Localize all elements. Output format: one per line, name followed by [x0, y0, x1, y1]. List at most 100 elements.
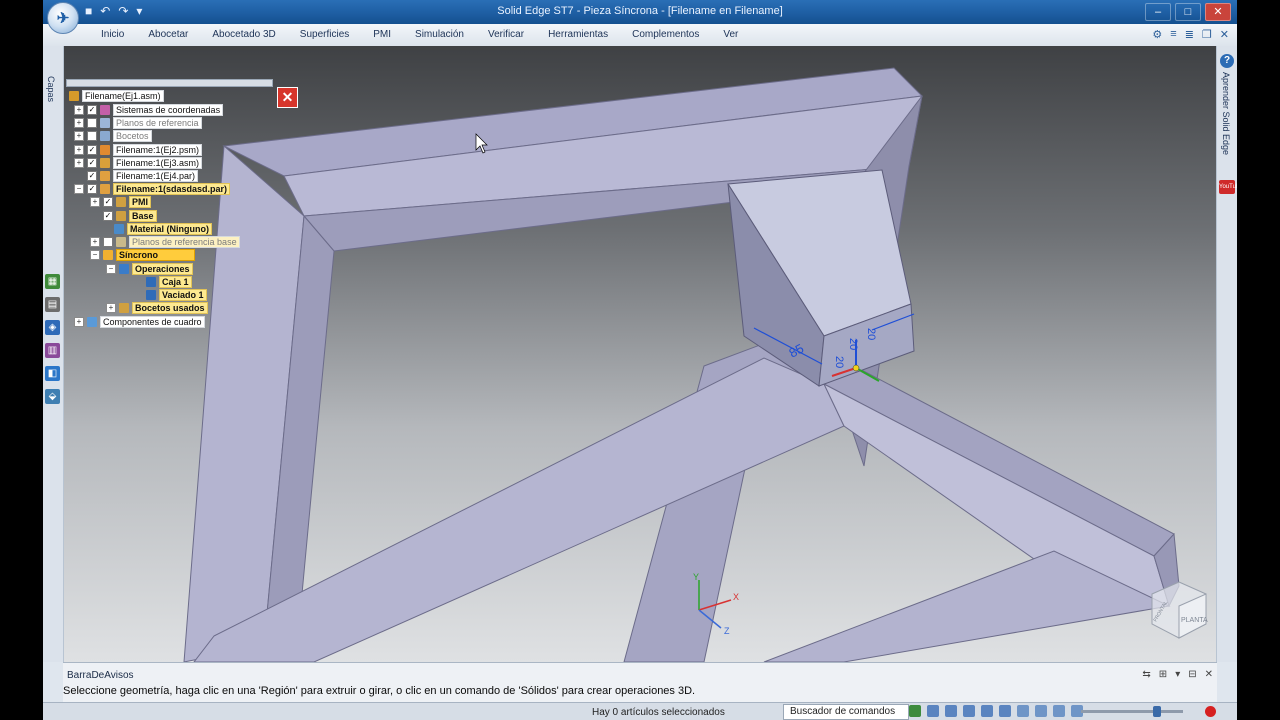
- tab-simulacion[interactable]: Simulación: [415, 28, 464, 42]
- layers-icon[interactable]: ▥: [45, 343, 60, 358]
- visibility-checkbox[interactable]: ✓: [103, 211, 113, 221]
- collapse-icon[interactable]: −: [74, 184, 84, 194]
- tab-inicio[interactable]: Inicio: [101, 28, 124, 42]
- tree-node-reference-planes[interactable]: + Planos de referencia: [74, 117, 202, 129]
- layout-icon[interactable]: ≣: [1185, 28, 1194, 41]
- tab-abocetar[interactable]: Abocetar: [148, 28, 188, 42]
- youtube-icon[interactable]: YouTube: [1219, 180, 1237, 194]
- expand-icon[interactable]: +: [74, 105, 84, 115]
- minimize-button[interactable]: –: [1145, 3, 1171, 21]
- visibility-checkbox[interactable]: [103, 237, 113, 247]
- close-doc-icon[interactable]: ✕: [1220, 28, 1229, 41]
- tree-node-synchronous[interactable]: − Síncrono: [90, 249, 196, 261]
- expand-icon[interactable]: +: [74, 145, 84, 155]
- parts-library-icon[interactable]: ▤: [45, 297, 60, 312]
- tree-node-vaciado-1[interactable]: Vaciado 1: [146, 289, 207, 301]
- visibility-checkbox[interactable]: ✓: [87, 145, 97, 155]
- zoom-icon[interactable]: [945, 705, 957, 717]
- pan-icon[interactable]: [981, 705, 993, 717]
- restore-doc-icon[interactable]: ❐: [1202, 28, 1212, 41]
- steering-wheel-origin[interactable]: [852, 364, 860, 372]
- tab-ver[interactable]: Ver: [723, 28, 738, 42]
- assembly-icon[interactable]: ▦: [45, 274, 60, 289]
- visibility-checkbox[interactable]: ✓: [87, 184, 97, 194]
- view-cube[interactable]: PLANTA FRONTAL: [1144, 576, 1214, 646]
- pin-icon[interactable]: ⊟: [1188, 669, 1196, 680]
- view-triad[interactable]: Y X Z: [669, 568, 759, 638]
- tree-node-base[interactable]: ✓ Base: [90, 210, 157, 222]
- record-icon[interactable]: [1205, 706, 1216, 717]
- collapse-icon[interactable]: −: [106, 264, 116, 274]
- close-window-button[interactable]: ✕: [1205, 3, 1231, 21]
- learn-solid-edge-tab[interactable]: Aprender Solid Edge: [1221, 72, 1231, 155]
- family-icon[interactable]: ◧: [45, 366, 60, 381]
- rotate-icon[interactable]: [999, 705, 1011, 717]
- tree-node-root[interactable]: Filename(Ej1.asm): [69, 90, 164, 102]
- tree-node-ej4-par[interactable]: ✓ Filename:1(Ej4.par): [74, 170, 199, 182]
- tab-abocetado-3d[interactable]: Abocetado 3D: [212, 28, 275, 42]
- sensor-icon[interactable]: ◈: [45, 320, 60, 335]
- history-icon[interactable]: ⊞: [1159, 669, 1167, 680]
- tree-node-pmi[interactable]: + ✓ PMI: [90, 196, 152, 208]
- expand-icon[interactable]: +: [74, 317, 84, 327]
- visibility-checkbox[interactable]: [87, 118, 97, 128]
- styles-icon[interactable]: [1035, 705, 1047, 717]
- zoom-slider[interactable]: [1081, 706, 1183, 717]
- views-icon[interactable]: [1017, 705, 1029, 717]
- tree-node-ej3-asm[interactable]: + ✓ Filename:1(Ej3.asm): [74, 157, 203, 169]
- ribbon-right-controls: ⚙ ≡ ≣ ❐ ✕: [1152, 28, 1229, 41]
- tab-herramientas[interactable]: Herramientas: [548, 28, 608, 42]
- options-icon[interactable]: ≡: [1170, 28, 1176, 41]
- sketch-icon: [100, 131, 110, 141]
- tree-node-operations[interactable]: − Operaciones: [106, 263, 193, 275]
- close-pathfinder-button[interactable]: ✕: [277, 87, 298, 108]
- window-title: Solid Edge ST7 - Pieza Síncrona - [Filen…: [497, 5, 783, 17]
- maximize-button[interactable]: □: [1175, 3, 1201, 21]
- layers-tab[interactable]: Capas: [46, 76, 56, 102]
- expand-icon[interactable]: +: [106, 303, 116, 313]
- message-bar-controls: ⇆ ⊞ ▾ ⊟ ✕: [1142, 669, 1213, 680]
- visibility-checkbox[interactable]: ✓: [87, 158, 97, 168]
- tools-icon[interactable]: ⚙: [1152, 28, 1162, 41]
- tree-node-base-reference-planes[interactable]: + Planos de referencia base: [90, 236, 240, 248]
- command-finder-input[interactable]: Buscador de comandos: [783, 704, 909, 720]
- collapse-icon[interactable]: −: [90, 250, 100, 260]
- steering-value-2[interactable]: 20: [865, 328, 877, 340]
- application-menu-button[interactable]: ✈: [47, 2, 79, 34]
- tree-node-caja-1[interactable]: Caja 1: [146, 276, 192, 288]
- tab-superficies[interactable]: Superficies: [300, 28, 349, 42]
- visibility-checkbox[interactable]: ✓: [87, 105, 97, 115]
- tree-node-material[interactable]: Material (Ninguno): [114, 223, 212, 235]
- steering-value-3[interactable]: 20: [833, 356, 845, 368]
- help-icon[interactable]: ?: [1220, 54, 1234, 68]
- tree-node-used-sketches[interactable]: + Bocetos usados: [106, 302, 208, 314]
- graphics-viewport[interactable]: 85 20 20 20 Filename(Ej1.asm) + ✓ Sistemas…: [64, 46, 1216, 662]
- expand-icon[interactable]: +: [74, 158, 84, 168]
- tree-node-sketches[interactable]: + Bocetos: [74, 130, 152, 142]
- settings-icon[interactable]: ▾: [1175, 669, 1180, 680]
- zoom-area-icon[interactable]: [927, 705, 939, 717]
- tab-complementos[interactable]: Complementos: [632, 28, 699, 42]
- tab-pmi[interactable]: PMI: [373, 28, 391, 42]
- shading-icon[interactable]: [1053, 705, 1065, 717]
- expand-icon[interactable]: +: [90, 197, 100, 207]
- tree-node-coordinate-systems[interactable]: + ✓ Sistemas de coordenadas: [74, 104, 224, 116]
- tree-node-frame-components[interactable]: + Componentes de cuadro: [74, 316, 205, 328]
- fit-icon[interactable]: [963, 705, 975, 717]
- tree-node-ej2-psm[interactable]: + ✓ Filename:1(Ej2.psm): [74, 144, 203, 156]
- visibility-checkbox[interactable]: ✓: [103, 197, 113, 207]
- close-message-bar-icon[interactable]: ✕: [1205, 669, 1213, 680]
- expand-icon[interactable]: +: [74, 131, 84, 141]
- tab-verificar[interactable]: Verificar: [488, 28, 524, 42]
- steering-value-1[interactable]: 20: [847, 338, 859, 350]
- tree-node-sdasdasd-par[interactable]: − ✓ Filename:1(sdasdasd.par): [74, 183, 231, 195]
- visibility-checkbox[interactable]: ✓: [87, 171, 97, 181]
- prompt-icon[interactable]: ⇆: [1142, 669, 1150, 680]
- relations-icon[interactable]: ⬙: [45, 389, 60, 404]
- model-scene[interactable]: 85 20 20 20: [64, 46, 1216, 662]
- expand-icon[interactable]: +: [90, 237, 100, 247]
- refresh-icon[interactable]: [909, 705, 921, 717]
- visibility-checkbox[interactable]: [87, 131, 97, 141]
- zoom-slider-thumb[interactable]: [1153, 706, 1161, 717]
- expand-icon[interactable]: +: [74, 118, 84, 128]
